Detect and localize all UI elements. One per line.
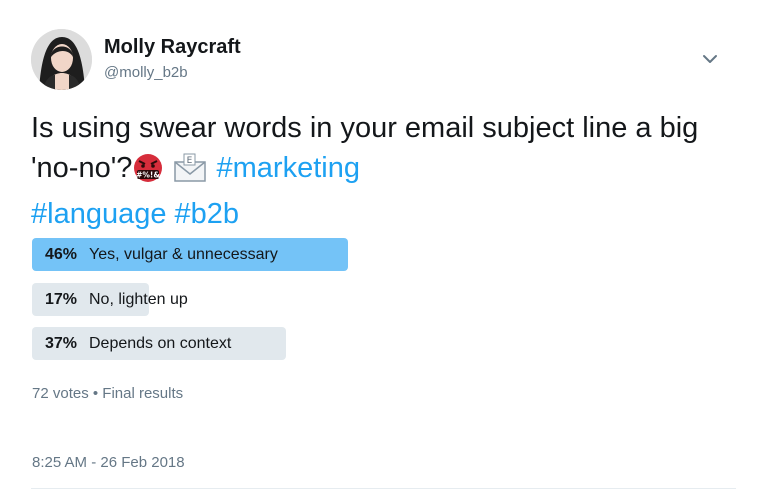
poll-votes-summary: 72 votes • Final results: [32, 385, 184, 402]
svg-text:E: E: [187, 156, 193, 166]
poll-option-label: Yes, vulgar & unnecessary: [89, 246, 278, 263]
envelope-icon: E: [172, 153, 208, 194]
poll-option-label: No, lighten up: [89, 291, 188, 308]
hashtag-marketing[interactable]: #marketing: [217, 152, 360, 184]
poll-option-1: 46% Yes, vulgar & unnecessary: [32, 238, 348, 271]
author-handle[interactable]: @molly_b2b: [104, 64, 188, 81]
svg-text:#%!&: #%!&: [136, 171, 160, 180]
tweet-text: Is using swear words in your email subje…: [31, 108, 731, 234]
hashtag-b2b[interactable]: #b2b: [175, 198, 240, 230]
hashtag-language[interactable]: #language: [31, 198, 166, 230]
poll-option-label: Depends on context: [89, 335, 232, 352]
tweet-timestamp[interactable]: 8:25 AM - 26 Feb 2018: [32, 454, 185, 471]
poll-percent: 17%: [45, 291, 78, 308]
face-with-symbols-on-mouth-icon: #%!&: [132, 153, 164, 194]
poll-option-3: 37% Depends on context: [32, 327, 348, 360]
tweet-body-text: Is using swear words in your email subje…: [31, 112, 699, 184]
avatar[interactable]: [31, 29, 92, 90]
poll-percent: 46%: [45, 246, 78, 263]
divider: [31, 488, 736, 489]
poll-option-2: 17% No, lighten up: [32, 283, 348, 316]
poll-percent: 37%: [45, 335, 78, 352]
chevron-down-icon[interactable]: [699, 50, 721, 68]
avatar-image: [31, 29, 92, 90]
author-name[interactable]: Molly Raycraft: [104, 36, 241, 59]
